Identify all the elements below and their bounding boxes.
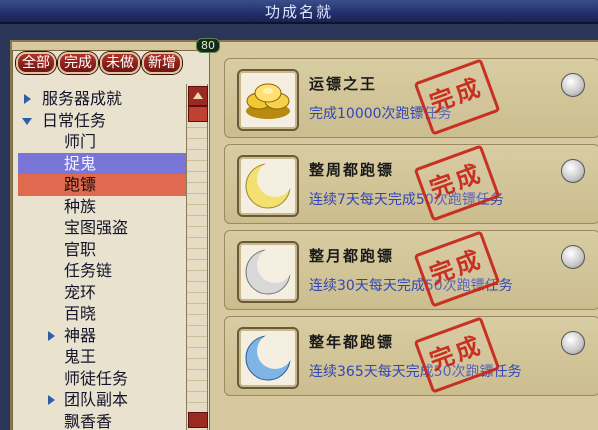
category-tree: 服务器成就日常任务师门捉鬼跑镖种族宝图强盗官职任务链宠环百晓神器鬼王师徒任务团队…	[18, 88, 186, 430]
tree-item-label: 宝图强盗	[64, 218, 129, 237]
tree-item-label: 跑镖	[64, 175, 97, 194]
scroll-up-button[interactable]	[188, 86, 208, 106]
tree-item-label: 神器	[64, 325, 97, 345]
scroll-down-button[interactable]	[188, 412, 208, 428]
expand-right-arrow-icon[interactable]	[48, 395, 55, 405]
tree-scrollbar[interactable]	[186, 84, 208, 430]
tab-new[interactable]: 新增	[142, 52, 182, 74]
expand-down-arrow-icon[interactable]	[22, 117, 32, 125]
tree-item-label: 官职	[64, 239, 97, 259]
tree-item[interactable]: 神器	[18, 325, 186, 347]
reward-egg-icon[interactable]	[561, 73, 585, 97]
tree-item[interactable]: 飘香香	[18, 411, 186, 430]
tree-item[interactable]: 服务器成就	[18, 88, 186, 110]
window-title: 功成名就	[264, 3, 333, 21]
tree-item[interactable]: 任务链	[18, 260, 186, 282]
achievement-name: 整年都跑镖	[309, 333, 395, 351]
tree-item-label: 捉鬼	[64, 153, 97, 173]
tree-item[interactable]: 团队副本	[18, 389, 186, 411]
count-badge: 80	[196, 38, 220, 53]
tree-item[interactable]: 百晓	[18, 303, 186, 325]
reward-egg-icon[interactable]	[561, 159, 585, 183]
tree-item-label: 师门	[64, 132, 97, 151]
tab-completed[interactable]: 完成	[58, 52, 98, 74]
tree-item-label: 鬼王	[64, 347, 97, 366]
reward-egg-icon[interactable]	[561, 245, 585, 269]
tree-item[interactable]: 鬼王	[18, 346, 186, 368]
tree-item-label: 种族	[64, 196, 97, 216]
completed-stamp: 完成	[413, 230, 501, 308]
tree-item[interactable]: 官职	[18, 239, 186, 261]
achievement-name: 运镖之王	[309, 75, 378, 93]
completed-stamp: 完成	[413, 144, 501, 222]
silver-crescent-moon-icon	[237, 241, 299, 303]
gold-ingots-icon	[237, 69, 299, 131]
tree-item-label: 日常任务	[42, 110, 107, 130]
achievement-name: 整月都跑镖	[309, 247, 395, 265]
achievement-card[interactable]: 整年都跑镖 连续365天每天完成50次跑镖任务 完成	[224, 316, 598, 396]
achievement-name: 整周都跑镖	[309, 161, 395, 179]
tree-item[interactable]: 师门	[18, 131, 186, 153]
achievement-card[interactable]: 整周都跑镖 连续7天每天完成50次跑镖任务 完成	[224, 144, 598, 224]
tree-item[interactable]: 日常任务	[18, 110, 186, 132]
tab-all[interactable]: 全部	[16, 52, 56, 74]
tree-item-label: 团队副本	[64, 390, 129, 409]
expand-right-arrow-icon[interactable]	[24, 94, 31, 104]
filter-tabs: 全部 完成 未做 新增	[16, 52, 182, 76]
tree-item[interactable]: 宠环	[18, 282, 186, 304]
expand-right-arrow-icon[interactable]	[48, 330, 55, 341]
tree-item-label: 百晓	[64, 304, 97, 323]
blue-crescent-moon-icon	[237, 327, 299, 389]
completed-stamp: 完成	[413, 316, 501, 394]
tree-item[interactable]: 师徒任务	[18, 368, 186, 390]
tree-item-label: 服务器成就	[42, 89, 123, 108]
tree-item-label: 宠环	[64, 282, 97, 302]
tree-item-label: 任务链	[64, 261, 113, 280]
reward-egg-icon[interactable]	[561, 331, 585, 355]
tree-item[interactable]: 宝图强盗	[18, 217, 186, 239]
tree-item-label: 师徒任务	[64, 368, 129, 388]
title-bar[interactable]: 功成名就	[0, 0, 598, 24]
tree-item-label: 飘香香	[64, 411, 113, 430]
completed-stamp: 完成	[413, 58, 501, 136]
tree-item[interactable]: 跑镖	[18, 174, 186, 196]
tree-item[interactable]: 捉鬼	[18, 152, 186, 174]
achievement-card[interactable]: 运镖之王 完成10000次跑镖任务 完成	[224, 58, 598, 138]
tree-item[interactable]: 种族	[18, 196, 186, 218]
achievement-window: 功成名就 全部 完成 未做 新增 80 服务器成就日常任务师门捉鬼跑镖种族宝图强…	[0, 0, 598, 430]
tab-not-done[interactable]: 未做	[100, 52, 140, 74]
achievement-card[interactable]: 整月都跑镖 连续30天每天完成50次跑镖任务 完成	[224, 230, 598, 310]
scroll-thumb[interactable]	[188, 106, 208, 122]
gold-crescent-moon-icon	[237, 155, 299, 217]
